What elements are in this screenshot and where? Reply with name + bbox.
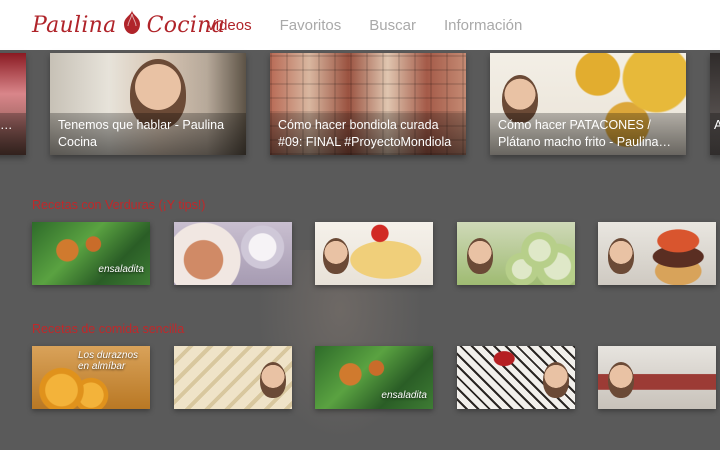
brand-name-left: Paulina [32, 12, 117, 38]
thumbnail-label: ensaladita [381, 390, 427, 401]
tab-videos[interactable]: Videos [206, 17, 252, 34]
video-thumbnail[interactable]: Los duraznos en almíbar [32, 346, 150, 409]
person-photo [608, 238, 634, 274]
section-title: Recetas con Verduras (¡Y tips!) [32, 198, 206, 212]
thumbnail-label: Los duraznos en almíbar [78, 350, 139, 372]
featured-card[interactable]: Cómo hacer bondiola curada #09: FINAL #P… [270, 53, 466, 155]
person-photo [543, 362, 569, 398]
video-thumbnail[interactable] [315, 222, 433, 285]
video-thumbnail[interactable] [457, 222, 575, 285]
featured-card-title: Cómo hacer bondiola curada #09: FINAL #P… [270, 113, 466, 155]
featured-card-title: Tenemos que hablar - Paulina Cocina [50, 113, 246, 155]
featured-card-title: A [710, 113, 720, 155]
onion-icon [121, 9, 143, 41]
thumbnail-label: ensaladita [98, 264, 144, 275]
featured-card-title: … [0, 113, 26, 155]
top-bar: Paulina Cocina Videos Favoritos Buscar I… [0, 0, 720, 50]
featured-card[interactable]: A [710, 53, 720, 155]
video-thumbnail[interactable]: ensaladita [32, 222, 150, 285]
video-thumbnail[interactable]: ensaladita [315, 346, 433, 409]
person-photo [467, 238, 493, 274]
video-thumbnail[interactable] [174, 222, 292, 285]
featured-card[interactable]: Tenemos que hablar - Paulina Cocina [50, 53, 246, 155]
video-thumbnail[interactable] [457, 346, 575, 409]
main-nav: Videos Favoritos Buscar Información [206, 0, 550, 50]
person-photo [323, 238, 349, 274]
person-photo [260, 362, 286, 398]
featured-card-title: Cómo hacer PATACONES / Plátano macho fri… [490, 113, 686, 155]
featured-card[interactable]: Cómo hacer PATACONES / Plátano macho fri… [490, 53, 686, 155]
tab-buscar[interactable]: Buscar [369, 17, 416, 34]
tab-informacion[interactable]: Información [444, 17, 522, 34]
featured-card[interactable]: … [0, 53, 26, 155]
brand-logo[interactable]: Paulina Cocina [32, 10, 225, 40]
section-title: Recetas de comida sencilla [32, 322, 185, 336]
video-thumbnail[interactable] [598, 222, 716, 285]
person-photo [608, 362, 634, 398]
featured-row: … Tenemos que hablar - Paulina Cocina Có… [0, 53, 720, 157]
tab-favoritos[interactable]: Favoritos [280, 17, 342, 34]
video-thumbnail[interactable] [174, 346, 292, 409]
video-thumbnail[interactable] [598, 346, 716, 409]
